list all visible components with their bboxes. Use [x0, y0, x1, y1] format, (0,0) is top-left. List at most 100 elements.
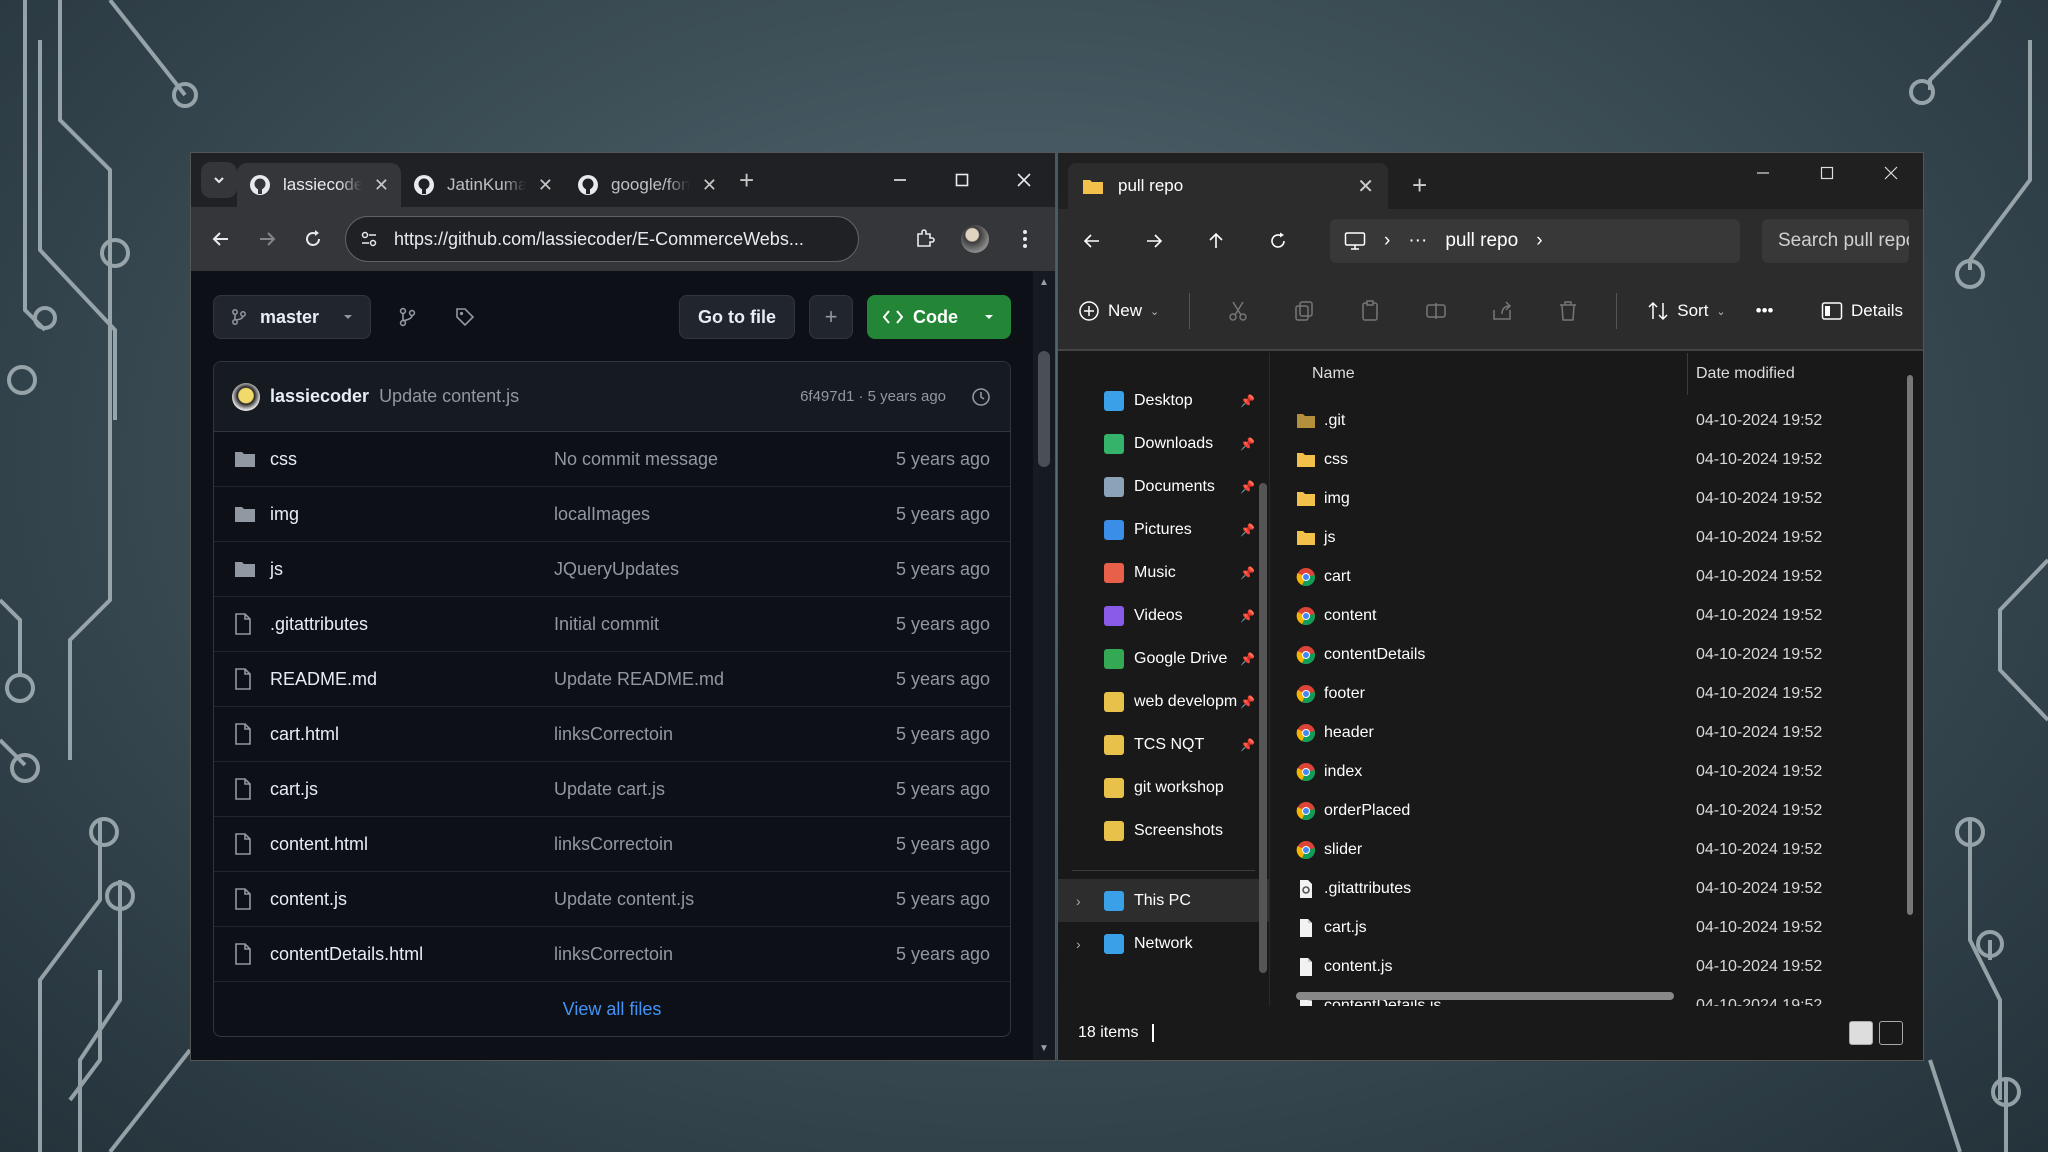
- file-commit-message[interactable]: Update README.md: [554, 669, 896, 690]
- sort-button[interactable]: Sort ⌄: [1647, 300, 1726, 322]
- nav-item[interactable]: Downloads 📌: [1058, 422, 1269, 465]
- list-item[interactable]: contentDetails 04-10-2024 19:52: [1270, 635, 1923, 674]
- chevron-right-icon[interactable]: ›: [1536, 230, 1542, 252]
- file-commit-message[interactable]: JQueryUpdates: [554, 559, 896, 580]
- commit-message[interactable]: Update content.js: [379, 386, 519, 407]
- list-item[interactable]: content.js 04-10-2024 19:52: [1270, 947, 1923, 986]
- breadcrumb-current[interactable]: pull repo: [1445, 230, 1518, 252]
- chevron-right-icon[interactable]: ›: [1076, 893, 1081, 909]
- commit-meta[interactable]: 6f497d1 · 5 years ago: [800, 388, 946, 405]
- nav-item[interactable]: TCS NQT 📌: [1058, 723, 1269, 766]
- rename-button[interactable]: [1418, 293, 1454, 329]
- go-to-file-button[interactable]: Go to file: [679, 295, 795, 339]
- maximize-button[interactable]: [931, 153, 993, 207]
- file-row[interactable]: content.js Update content.js 5 years ago: [214, 872, 1010, 927]
- close-icon[interactable]: ✕: [1357, 174, 1374, 199]
- menu-button[interactable]: [1005, 219, 1045, 259]
- forward-button[interactable]: [1134, 221, 1174, 261]
- tags-button[interactable]: [443, 295, 487, 339]
- vertical-scrollbar[interactable]: [1907, 375, 1913, 915]
- nav-item[interactable]: git workshop: [1058, 766, 1269, 809]
- back-button[interactable]: [201, 219, 241, 259]
- file-commit-message[interactable]: linksCorrectoin: [554, 944, 896, 965]
- copy-button[interactable]: [1286, 293, 1322, 329]
- search-input[interactable]: Search pull repo: [1762, 219, 1909, 263]
- file-name[interactable]: content.js: [270, 889, 554, 910]
- close-icon[interactable]: ✕: [374, 175, 389, 196]
- file-row[interactable]: README.md Update README.md 5 years ago: [214, 652, 1010, 707]
- history-icon[interactable]: [970, 386, 992, 408]
- list-item[interactable]: footer 04-10-2024 19:52: [1270, 674, 1923, 713]
- refresh-button[interactable]: [1258, 221, 1298, 261]
- code-button[interactable]: Code: [867, 295, 1011, 339]
- new-button[interactable]: New ⌄: [1078, 300, 1159, 322]
- column-date-modified[interactable]: Date modified: [1688, 365, 1795, 383]
- file-name[interactable]: README.md: [270, 669, 554, 690]
- close-icon[interactable]: ✕: [702, 175, 717, 196]
- list-item[interactable]: .git 04-10-2024 19:52: [1270, 401, 1923, 440]
- cut-button[interactable]: [1220, 293, 1256, 329]
- explorer-tab[interactable]: pull repo ✕: [1068, 163, 1388, 209]
- address-bar[interactable]: https://github.com/lassiecoder/E-Commerc…: [345, 216, 859, 262]
- browser-tab-3[interactable]: google/fonts ✕: [565, 163, 729, 207]
- paste-button[interactable]: [1352, 293, 1388, 329]
- file-row[interactable]: css No commit message 5 years ago: [214, 432, 1010, 487]
- details-button[interactable]: Details: [1821, 301, 1903, 321]
- file-name[interactable]: css: [270, 449, 554, 470]
- file-row[interactable]: js JQueryUpdates 5 years ago: [214, 542, 1010, 597]
- nav-item[interactable]: Desktop 📌: [1058, 379, 1269, 422]
- view-all-files-link[interactable]: View all files: [214, 982, 1010, 1036]
- breadcrumb[interactable]: › ··· pull repo ›: [1330, 219, 1740, 263]
- new-tab-button[interactable]: +: [1412, 170, 1427, 201]
- browser-tab-1[interactable]: lassiecoder/E-CommerceWebsite ✕: [237, 163, 401, 207]
- branches-button[interactable]: [385, 295, 429, 339]
- list-item[interactable]: css 04-10-2024 19:52: [1270, 440, 1923, 479]
- list-item[interactable]: cart 04-10-2024 19:52: [1270, 557, 1923, 596]
- list-item[interactable]: slider 04-10-2024 19:52: [1270, 830, 1923, 869]
- nav-item[interactable]: › Network: [1058, 922, 1269, 965]
- back-button[interactable]: [1072, 221, 1112, 261]
- breadcrumb-ellipsis[interactable]: ···: [1408, 230, 1427, 252]
- new-tab-button[interactable]: +: [739, 165, 754, 196]
- list-item[interactable]: header 04-10-2024 19:52: [1270, 713, 1923, 752]
- file-row[interactable]: contentDetails.html linksCorrectoin 5 year…: [214, 927, 1010, 982]
- details-view-button[interactable]: [1849, 1021, 1873, 1045]
- list-item[interactable]: orderPlaced 04-10-2024 19:52: [1270, 791, 1923, 830]
- nav-item[interactable]: Pictures 📌: [1058, 508, 1269, 551]
- file-row[interactable]: img localImages 5 years ago: [214, 487, 1010, 542]
- commit-author[interactable]: lassiecoder: [270, 386, 369, 407]
- file-name[interactable]: img: [270, 504, 554, 525]
- extensions-button[interactable]: [905, 219, 945, 259]
- delete-button[interactable]: [1550, 293, 1586, 329]
- file-commit-message[interactable]: linksCorrectoin: [554, 834, 896, 855]
- file-name[interactable]: .gitattributes: [270, 614, 554, 635]
- add-file-button[interactable]: +: [809, 295, 853, 339]
- share-button[interactable]: [1484, 293, 1520, 329]
- file-name[interactable]: cart.js: [270, 779, 554, 800]
- file-name[interactable]: contentDetails.html: [270, 944, 554, 965]
- chevron-right-icon[interactable]: ›: [1076, 936, 1081, 952]
- file-commit-message[interactable]: Initial commit: [554, 614, 896, 635]
- scroll-up-icon[interactable]: ▲: [1039, 277, 1049, 288]
- file-commit-message[interactable]: No commit message: [554, 449, 896, 470]
- close-icon[interactable]: ✕: [538, 175, 553, 196]
- branch-selector[interactable]: master: [213, 295, 371, 339]
- tiles-view-button[interactable]: [1879, 1021, 1903, 1045]
- scrollbar-thumb[interactable]: [1038, 351, 1050, 467]
- list-item[interactable]: js 04-10-2024 19:52: [1270, 518, 1923, 557]
- file-commit-message[interactable]: Update cart.js: [554, 779, 896, 800]
- file-name[interactable]: cart.html: [270, 724, 554, 745]
- reload-button[interactable]: [293, 219, 333, 259]
- nav-item[interactable]: Screenshots: [1058, 809, 1269, 852]
- list-item[interactable]: img 04-10-2024 19:52: [1270, 479, 1923, 518]
- minimize-button[interactable]: [869, 153, 931, 207]
- nav-item[interactable]: web developm 📌: [1058, 680, 1269, 723]
- vertical-scrollbar[interactable]: ▲ ▼: [1033, 271, 1055, 1060]
- browser-tab-2[interactable]: JatinKumar ✕: [401, 163, 565, 207]
- up-button[interactable]: [1196, 221, 1236, 261]
- nav-scrollbar[interactable]: [1259, 483, 1267, 973]
- nav-item[interactable]: Google Drive 📌: [1058, 637, 1269, 680]
- list-item[interactable]: index 04-10-2024 19:52: [1270, 752, 1923, 791]
- list-item[interactable]: cart.js 04-10-2024 19:52: [1270, 908, 1923, 947]
- maximize-button[interactable]: [1795, 153, 1859, 193]
